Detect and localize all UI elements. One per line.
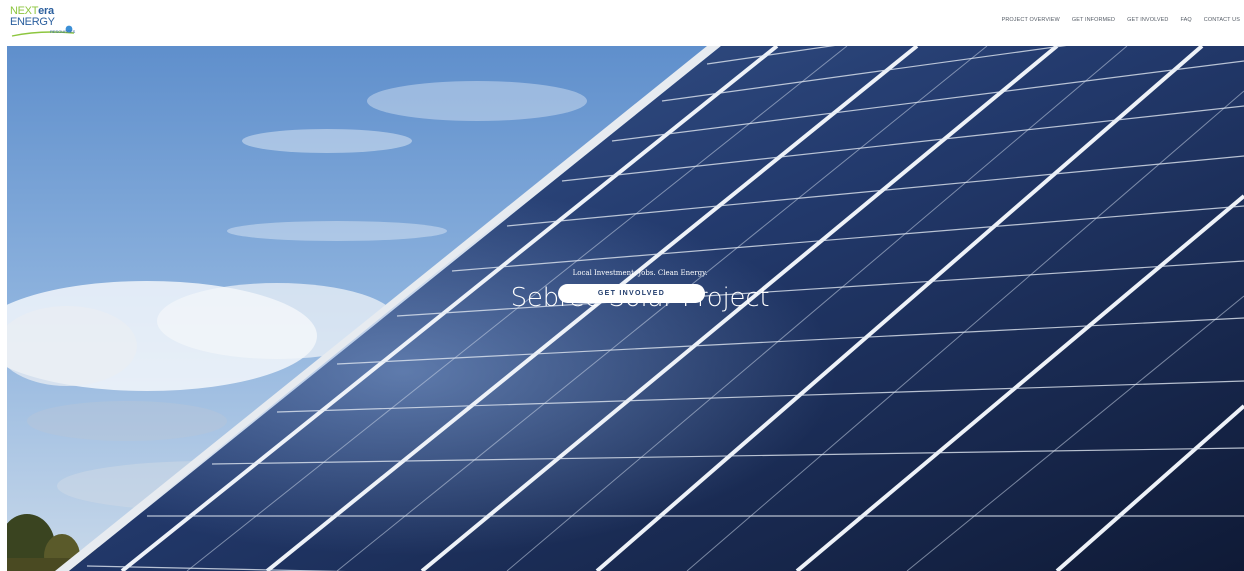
- nav-item-get-informed[interactable]: GET INFORMED: [1072, 17, 1115, 23]
- hero-banner: Local Investment. Jobs. Clean Energy. Se…: [7, 46, 1244, 571]
- nav-item-get-involved[interactable]: GET INVOLVED: [1127, 17, 1168, 23]
- nav-item-contact-us[interactable]: CONTACT US: [1204, 17, 1240, 23]
- get-involved-button[interactable]: GET INVOLVED: [558, 284, 705, 303]
- main-nav: PROJECT OVERVIEW GET INFORMED GET INVOLV…: [1002, 17, 1240, 23]
- nextera-energy-logo[interactable]: NEXTera ENERGY RESOURCES: [10, 5, 80, 39]
- hero-content: Local Investment. Jobs. Clean Energy. Se…: [7, 46, 1244, 571]
- site-header: NEXTera ENERGY RESOURCES PROJECT OVERVIE…: [0, 0, 1244, 46]
- hero-tagline: Local Investment. Jobs. Clean Energy.: [572, 269, 708, 277]
- nav-item-project-overview[interactable]: PROJECT OVERVIEW: [1002, 17, 1060, 23]
- nav-item-faq[interactable]: FAQ: [1180, 17, 1191, 23]
